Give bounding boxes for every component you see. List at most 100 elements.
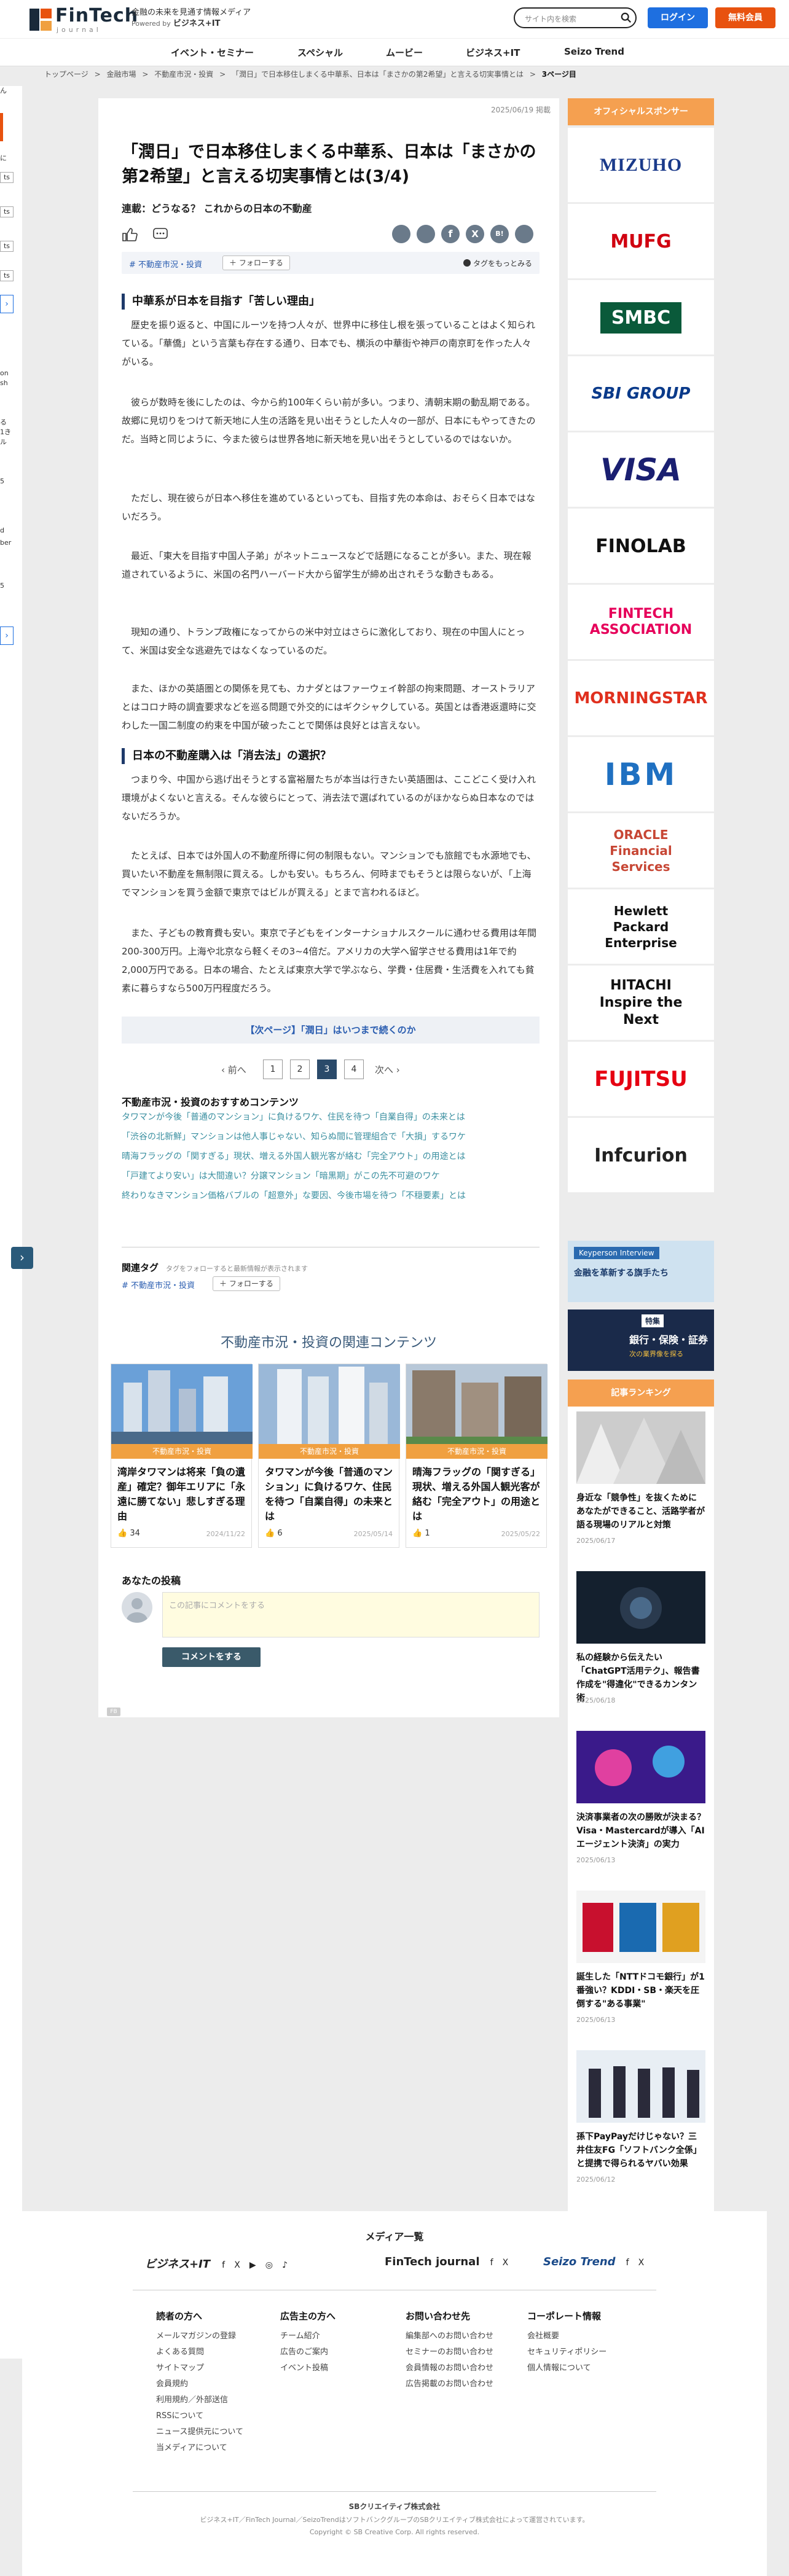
footer-link[interactable]: 会員規約 (156, 2377, 188, 2389)
drawer-toggle-button[interactable]: › (11, 1247, 33, 1269)
sponsor-logo[interactable]: HITACHI Inspire the Next (568, 966, 714, 1040)
footer-link[interactable]: 会社概要 (527, 2329, 559, 2341)
x-icon[interactable]: X (466, 225, 484, 243)
comment-input[interactable]: この記事にコメントをする (162, 1592, 540, 1637)
tag-more-link[interactable]: タグをもっとみる (463, 258, 532, 268)
nav-special[interactable]: スペシャル (297, 46, 343, 59)
footer-link[interactable]: 編集部へのお問い合わせ (406, 2329, 493, 2341)
nav-events[interactable]: イベント・セミナー (171, 46, 254, 59)
facebook-icon[interactable]: f (626, 2258, 629, 2268)
register-button[interactable]: 無料会員 (715, 7, 775, 28)
footer-link[interactable]: セミナーのお問い合わせ (406, 2345, 493, 2357)
footer-link[interactable]: ニュース提供元について (156, 2425, 243, 2437)
related-card[interactable]: 不動産市況・投資 タワマンが今後「普通のマンション」に負けるワケ、住民を待つ「自… (258, 1364, 400, 1548)
tiktok-icon[interactable]: ♪ (282, 2260, 288, 2270)
print-icon[interactable] (417, 225, 435, 243)
footer-link[interactable]: 個人情報について (527, 2361, 591, 2373)
footer-link[interactable]: チーム紹介 (280, 2329, 320, 2341)
sponsor-logo[interactable]: MORNINGSTAR (568, 661, 714, 736)
x-icon[interactable]: X (503, 2258, 509, 2268)
footer-link[interactable]: メールマガジンの登録 (156, 2329, 236, 2341)
follow-button[interactable]: ＋ フォローする (222, 256, 290, 270)
x-icon[interactable]: X (638, 2258, 645, 2268)
facebook-icon[interactable]: f (441, 225, 460, 243)
like-icon[interactable] (122, 227, 138, 242)
facebook-icon[interactable]: f (490, 2258, 493, 2268)
recommend-link[interactable]: タワマンが今後「普通のマンション」に負けるワケ、住民を待つ「自業自得」の未来とは (122, 1110, 540, 1124)
login-button[interactable]: ログイン (648, 7, 708, 28)
footer-brand-seizo[interactable]: Seizo Trend f X (543, 2255, 644, 2277)
ranking-item[interactable]: 身近な「競争性」を抜くために あなたができること、活路学者が語る現場のリアルと対… (568, 1407, 714, 1566)
pager-next[interactable]: 次へ › (375, 1063, 400, 1076)
ranking-item[interactable]: 決済事業者の次の勝敗が決まる？Visa・Mastercardが導入「AIエージェ… (568, 1726, 714, 1886)
hatena-icon[interactable]: B! (490, 225, 509, 243)
sponsor-logo[interactable]: Infcurion (568, 1118, 714, 1193)
footer-link[interactable]: RSSについて (156, 2409, 203, 2421)
next-page-link[interactable]: 【次ページ】「潤日」はいつまで続くのか (122, 1017, 540, 1044)
footer-brand-fintech[interactable]: FinTech journal f X (385, 2255, 508, 2277)
sponsor-logo[interactable]: Hewlett Packard Enterprise (568, 889, 714, 964)
search-icon[interactable] (621, 12, 632, 23)
footer-link[interactable]: イベント投稿 (280, 2361, 328, 2373)
keyperson-banner[interactable]: Keyperson Interview 金融を革新する旗手たち (568, 1241, 714, 1302)
footer-link[interactable]: 広告のご案内 (280, 2345, 328, 2357)
pager-prev[interactable]: ‹ 前へ (221, 1063, 246, 1076)
line-icon[interactable] (515, 225, 533, 243)
crumb-realestate[interactable]: 不動産市況・投資 (154, 70, 213, 79)
recommend-link[interactable]: 終わりなきマンション価格バブルの「超意外」な要因、今後市場を待つ「不穏要素」とは (122, 1189, 540, 1203)
card-title[interactable]: タワマンが今後「普通のマンション」に負けるワケ、住民を待つ「自業自得」の未来とは (265, 1465, 394, 1524)
card-title[interactable]: 晴海フラッグの「関すぎる」現状、増える外国人観光客が絡む「完全アウト」の用途とは (412, 1465, 541, 1524)
footer-link[interactable]: よくある質問 (156, 2345, 204, 2357)
sponsor-logo[interactable]: MUFG (568, 204, 714, 279)
sponsor-logo[interactable]: FINTECH ASSOCIATION (568, 585, 714, 660)
footer-link[interactable]: 広告掲載のお問い合わせ (406, 2377, 493, 2389)
ranking-item[interactable]: 誕生した「NTTドコモ銀行」が1番強い？KDDI・SB・楽天を圧倒する"ある事業… (568, 1886, 714, 2045)
peek-arrow-icon[interactable]: › (0, 295, 14, 313)
comment-submit-button[interactable]: コメントをする (162, 1647, 261, 1667)
pager-page[interactable]: 4 (344, 1060, 364, 1079)
related-card[interactable]: 不動産市況・投資 晴海フラッグの「関すぎる」現状、増える外国人観光客が絡む「完全… (406, 1364, 548, 1548)
fintech-logo-icon[interactable] (29, 9, 52, 31)
ranking-item[interactable]: 私の経験から伝えたい「ChatGPT活用テク」、報告書作成を"得違化"できるカン… (568, 1566, 714, 1726)
related-card[interactable]: 不動産市況・投資 湾岸タワマンは将来「負の遺産」確定？御年エリアに「永遠に勝てな… (111, 1364, 253, 1548)
nav-business-it[interactable]: ビジネス+IT (466, 46, 520, 59)
tag-link[interactable]: # 不動産市況・投資 (129, 258, 202, 270)
sponsor-logo[interactable]: FUJITSU (568, 1042, 714, 1117)
sponsor-logo[interactable]: ORACLE Financial Services (568, 813, 714, 888)
follow-button[interactable]: ＋ フォローする (213, 1276, 280, 1291)
related-tag-link[interactable]: # 不動産市況・投資 (122, 1279, 195, 1290)
search-input[interactable]: サイト内を検索 (514, 7, 637, 28)
sponsor-logo[interactable]: MIZUHO (568, 128, 714, 203)
recommend-link[interactable]: 晴海フラッグの「関すぎる」現状、増える外国人観光客が絡む「完全アウト」の用途とは (122, 1150, 540, 1163)
crumb-article[interactable]: 「潤日」で日本移住しまくる中華系、日本は「まさかの第2希望」と言える切実事情とは (232, 70, 524, 79)
pager-page[interactable]: 2 (290, 1060, 310, 1079)
peek-arrow-icon[interactable]: › (0, 626, 14, 645)
footer-link[interactable]: 会員情報のお問い合わせ (406, 2361, 493, 2373)
footer-link[interactable]: 利用規約／外部送信 (156, 2393, 228, 2405)
ranking-title[interactable]: 身近な「競争性」を抜くために あなたができること、活路学者が語る現場のリアルと対… (576, 1491, 705, 1532)
youtube-icon[interactable]: ▶ (249, 2260, 256, 2270)
ranking-title[interactable]: 孫下PayPayだけじゃない？三井住友FG「ソフトバンク全係」と提携で得られるヤ… (576, 2130, 705, 2171)
card-title[interactable]: 湾岸タワマンは将来「負の遺産」確定？御年エリアに「永遠に勝てない」悲しすぎる理由 (117, 1465, 246, 1524)
left-drawer-peek[interactable]: ん に ts ts ts ts › on sh る 1き ル 5 d ber 5… (0, 86, 22, 2359)
footer-link[interactable]: 当メディアについて (156, 2441, 227, 2453)
crumb-top[interactable]: トップページ (44, 70, 88, 79)
pager-page[interactable]: 1 (263, 1060, 283, 1079)
article-series[interactable]: 連載：どうなる？ これからの日本の不動産 (122, 200, 312, 215)
sponsor-logo[interactable]: FINOLAB (568, 509, 714, 584)
facebook-comment-icon[interactable]: FB (107, 1708, 120, 1716)
footer-brand-businessit[interactable]: ビジネス+IT f X ▶ ◎ ♪ (145, 2255, 288, 2277)
facebook-icon[interactable]: f (222, 2260, 225, 2270)
ranking-title[interactable]: 決済事業者の次の勝敗が決まる？Visa・Mastercardが導入「AIエージェ… (576, 1811, 705, 1851)
ranking-item[interactable]: 孫下PayPayだけじゃない？三井住友FG「ソフトバンク全係」と提携で得られるヤ… (568, 2045, 714, 2205)
footer-link[interactable]: セキュリティポリシー (527, 2345, 606, 2357)
ranking-title[interactable]: 誕生した「NTTドコモ銀行」が1番強い？KDDI・SB・楽天を圧倒する"ある事業… (576, 1970, 705, 2011)
x-icon[interactable]: X (234, 2260, 240, 2270)
sponsor-logo[interactable]: SBI GROUP (568, 356, 714, 431)
sponsor-logo[interactable]: VISA (568, 432, 714, 507)
nav-seizo-trend[interactable]: Seizo Trend (564, 46, 624, 57)
sponsor-logo[interactable]: SMBC (568, 280, 714, 355)
special-banner[interactable]: 特集 銀行・保険・証券 次の業界像を探る (568, 1309, 714, 1371)
comment-icon[interactable] (152, 227, 168, 242)
sponsor-logo[interactable]: IBM (568, 737, 714, 812)
